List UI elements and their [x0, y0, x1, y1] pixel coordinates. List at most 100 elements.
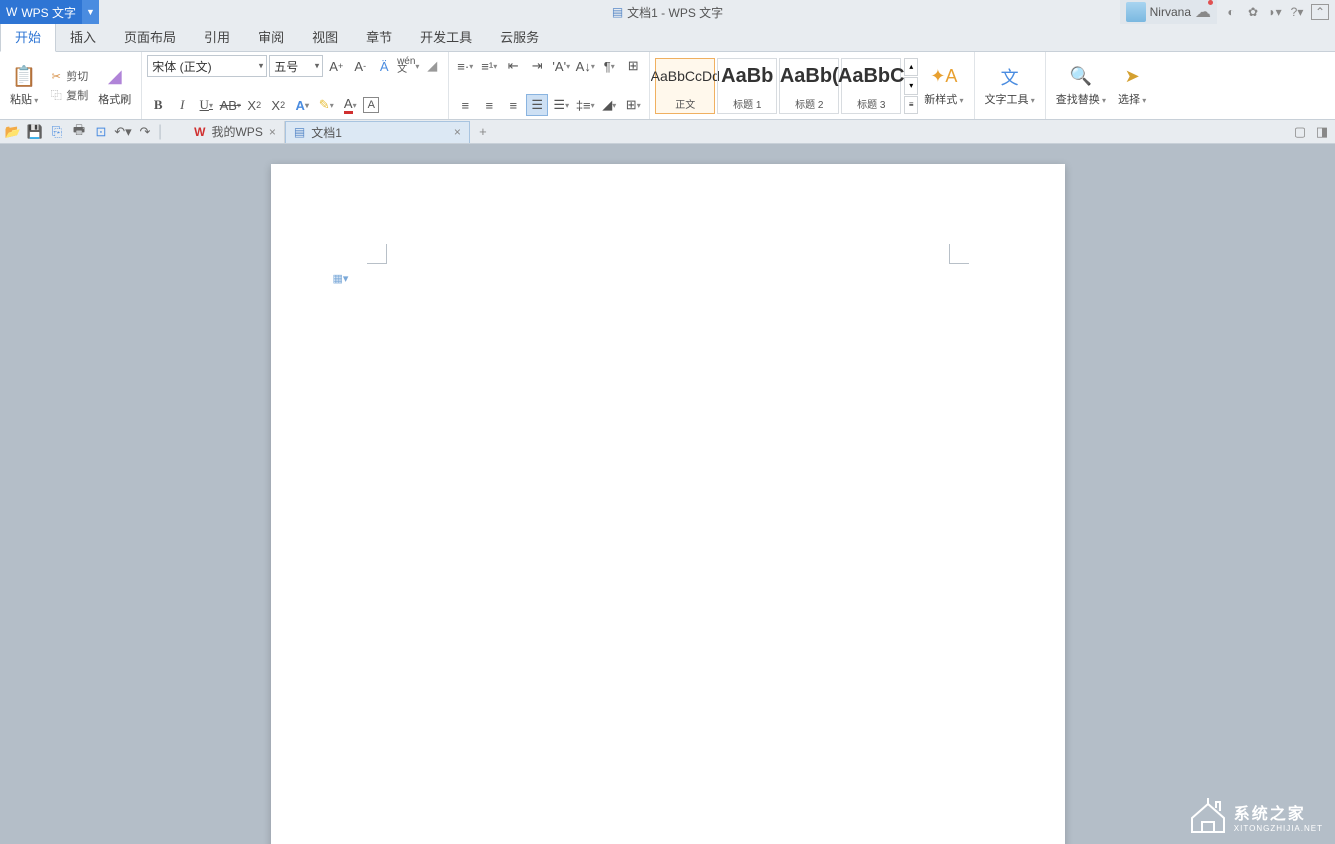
expand-gallery-icon[interactable]: ≡	[904, 96, 918, 114]
print-button[interactable]: 🖶	[70, 123, 88, 141]
watermark-subtitle: XITONGZHIJIA.NET	[1234, 824, 1323, 833]
distribute-button[interactable]: ☰	[550, 94, 572, 116]
asian-layout-button[interactable]: 'A'	[550, 55, 572, 77]
close-tab-icon[interactable]: ×	[269, 125, 276, 139]
ribbon-group-clipboard: 📋 粘贴 ✂剪切 ⿻复制 ◢ 格式刷	[0, 52, 142, 119]
help-icon[interactable]: ?▾	[1289, 4, 1305, 20]
align-left-button[interactable]: ≡	[454, 94, 476, 116]
panel-toggle-icon[interactable]: ◨	[1313, 123, 1331, 141]
grow-font-button[interactable]: A+	[325, 55, 347, 77]
new-style-label: 新样式	[924, 91, 963, 107]
presentation-icon[interactable]: ▢	[1291, 123, 1309, 141]
tab-page-layout[interactable]: 页面布局	[110, 22, 190, 51]
select-button[interactable]: ➤ 选择	[1112, 63, 1152, 109]
watermark-title: 系统之家	[1234, 800, 1323, 824]
font-color-button[interactable]: A	[339, 94, 361, 116]
app-menu-dropdown[interactable]: ▼	[82, 0, 99, 24]
character-border-button[interactable]: A	[363, 97, 379, 113]
superscript-button[interactable]: X2	[243, 94, 265, 116]
tab-cloud[interactable]: 云服务	[486, 22, 553, 51]
tab-dev-tools[interactable]: 开发工具	[406, 22, 486, 51]
numbering-button[interactable]: ≡¹	[478, 55, 500, 77]
style-name: 标题 2	[795, 94, 823, 113]
watermark: 系统之家 XITONGZHIJIA.NET	[1188, 798, 1323, 834]
align-right-button[interactable]: ≡	[502, 94, 524, 116]
tab-view[interactable]: 视图	[298, 22, 352, 51]
margin-marker-tr	[949, 244, 969, 264]
tab-insert[interactable]: 插入	[56, 22, 110, 51]
tab-document1[interactable]: ▤ 文档1 ×	[285, 121, 470, 143]
export-button[interactable]: ⎘	[48, 123, 66, 141]
cut-button[interactable]: ✂剪切	[46, 67, 90, 85]
skin-icon[interactable]: ◐	[1223, 4, 1239, 20]
sort-button[interactable]: A↓	[574, 55, 596, 77]
style-heading1[interactable]: AaBb 标题 1	[717, 58, 777, 114]
align-center-button[interactable]: ≡	[478, 94, 500, 116]
shrink-font-button[interactable]: A-	[349, 55, 371, 77]
text-effects-button[interactable]: A	[291, 94, 313, 116]
shading-button[interactable]: ◢	[598, 94, 620, 116]
font-family-select[interactable]	[147, 55, 267, 77]
collapse-ribbon-icon[interactable]: ⌃	[1311, 4, 1329, 20]
borders-button[interactable]: ⊞	[622, 94, 644, 116]
tab-mywps[interactable]: W 我的WPS ×	[186, 121, 285, 143]
chevron-down-icon[interactable]: ▾	[904, 77, 918, 95]
mode-icon[interactable]: ◗▾	[1267, 4, 1283, 20]
underline-button[interactable]: U	[195, 94, 217, 116]
find-replace-button[interactable]: 🔍 查找替换	[1050, 63, 1112, 109]
decrease-indent-button[interactable]: ⇤	[502, 55, 524, 77]
text-tools-button[interactable]: 文 文字工具	[979, 63, 1041, 109]
settings-icon[interactable]: ✿	[1245, 4, 1261, 20]
highlight-button[interactable]: ✎	[315, 94, 337, 116]
style-normal[interactable]: AaBbCcDd 正文	[655, 58, 715, 114]
document-icon: ▤	[294, 125, 305, 139]
print-preview-button[interactable]: ⊡	[92, 123, 110, 141]
tab-review[interactable]: 审阅	[244, 22, 298, 51]
ribbon-group-styles: AaBbCcDd 正文 AaBb 标题 1 AaBb( 标题 2 AaBbC 标…	[650, 52, 974, 119]
style-name: 正文	[675, 94, 695, 113]
page-options-button[interactable]: ▦▾	[333, 270, 349, 286]
close-tab-icon[interactable]: ×	[454, 125, 461, 139]
new-tab-button[interactable]: +	[474, 123, 492, 141]
clear-formatting-button[interactable]: ◢	[421, 55, 443, 77]
scissors-icon: ✂	[48, 68, 64, 84]
margin-marker-tl	[367, 244, 387, 264]
new-style-button[interactable]: ✦A 新样式	[918, 63, 969, 109]
line-spacing-button[interactable]: ‡≡	[574, 94, 596, 116]
chevron-up-icon[interactable]: ▴	[904, 58, 918, 76]
insert-table-button[interactable]: ⊞	[622, 55, 644, 77]
document-page[interactable]: ▦▾	[271, 164, 1065, 844]
quick-access-bar: 📂 💾 ⎘ 🖶 ⊡ ↶▾ ↷ | W 我的WPS × ▤ 文档1 × + ▢ ◨	[0, 120, 1335, 144]
save-button[interactable]: 💾	[26, 123, 44, 141]
phonetic-guide-button[interactable]: wén文	[397, 55, 419, 77]
find-icon: 🔍	[1069, 65, 1093, 89]
open-button[interactable]: 📂	[4, 123, 22, 141]
tab-start[interactable]: 开始	[0, 21, 56, 52]
copy-label: 复制	[66, 87, 88, 103]
style-heading2[interactable]: AaBb( 标题 2	[779, 58, 839, 114]
undo-button[interactable]: ↶▾	[114, 123, 132, 141]
style-heading3[interactable]: AaBbC 标题 3	[841, 58, 901, 114]
paste-button[interactable]: 📋 粘贴	[4, 63, 44, 109]
style-preview: AaBbC	[838, 59, 905, 94]
redo-button[interactable]: ↷	[136, 123, 154, 141]
font-size-select[interactable]	[269, 55, 323, 77]
tab-references[interactable]: 引用	[190, 22, 244, 51]
show-marks-button[interactable]: ¶	[598, 55, 620, 77]
increase-indent-button[interactable]: ⇥	[526, 55, 548, 77]
new-style-icon: ✦A	[932, 65, 956, 89]
tab-chapter[interactable]: 章节	[352, 22, 406, 51]
style-gallery-scroll[interactable]: ▴ ▾ ≡	[904, 58, 918, 114]
change-case-button[interactable]: Ä	[373, 55, 395, 77]
bullets-button[interactable]: ≡·	[454, 55, 476, 77]
wps-logo-icon: W	[194, 125, 205, 139]
app-menu[interactable]: W WPS 文字	[0, 0, 82, 24]
strikethrough-button[interactable]: AB	[219, 94, 241, 116]
bold-button[interactable]: B	[147, 94, 169, 116]
subscript-button[interactable]: X2	[267, 94, 289, 116]
copy-button[interactable]: ⿻复制	[46, 86, 90, 104]
align-justify-button[interactable]: ☰	[526, 94, 548, 116]
format-painter-button[interactable]: ◢ 格式刷	[92, 63, 137, 109]
user-account[interactable]: Nirvana ☁	[1120, 0, 1217, 24]
italic-button[interactable]: I	[171, 94, 193, 116]
